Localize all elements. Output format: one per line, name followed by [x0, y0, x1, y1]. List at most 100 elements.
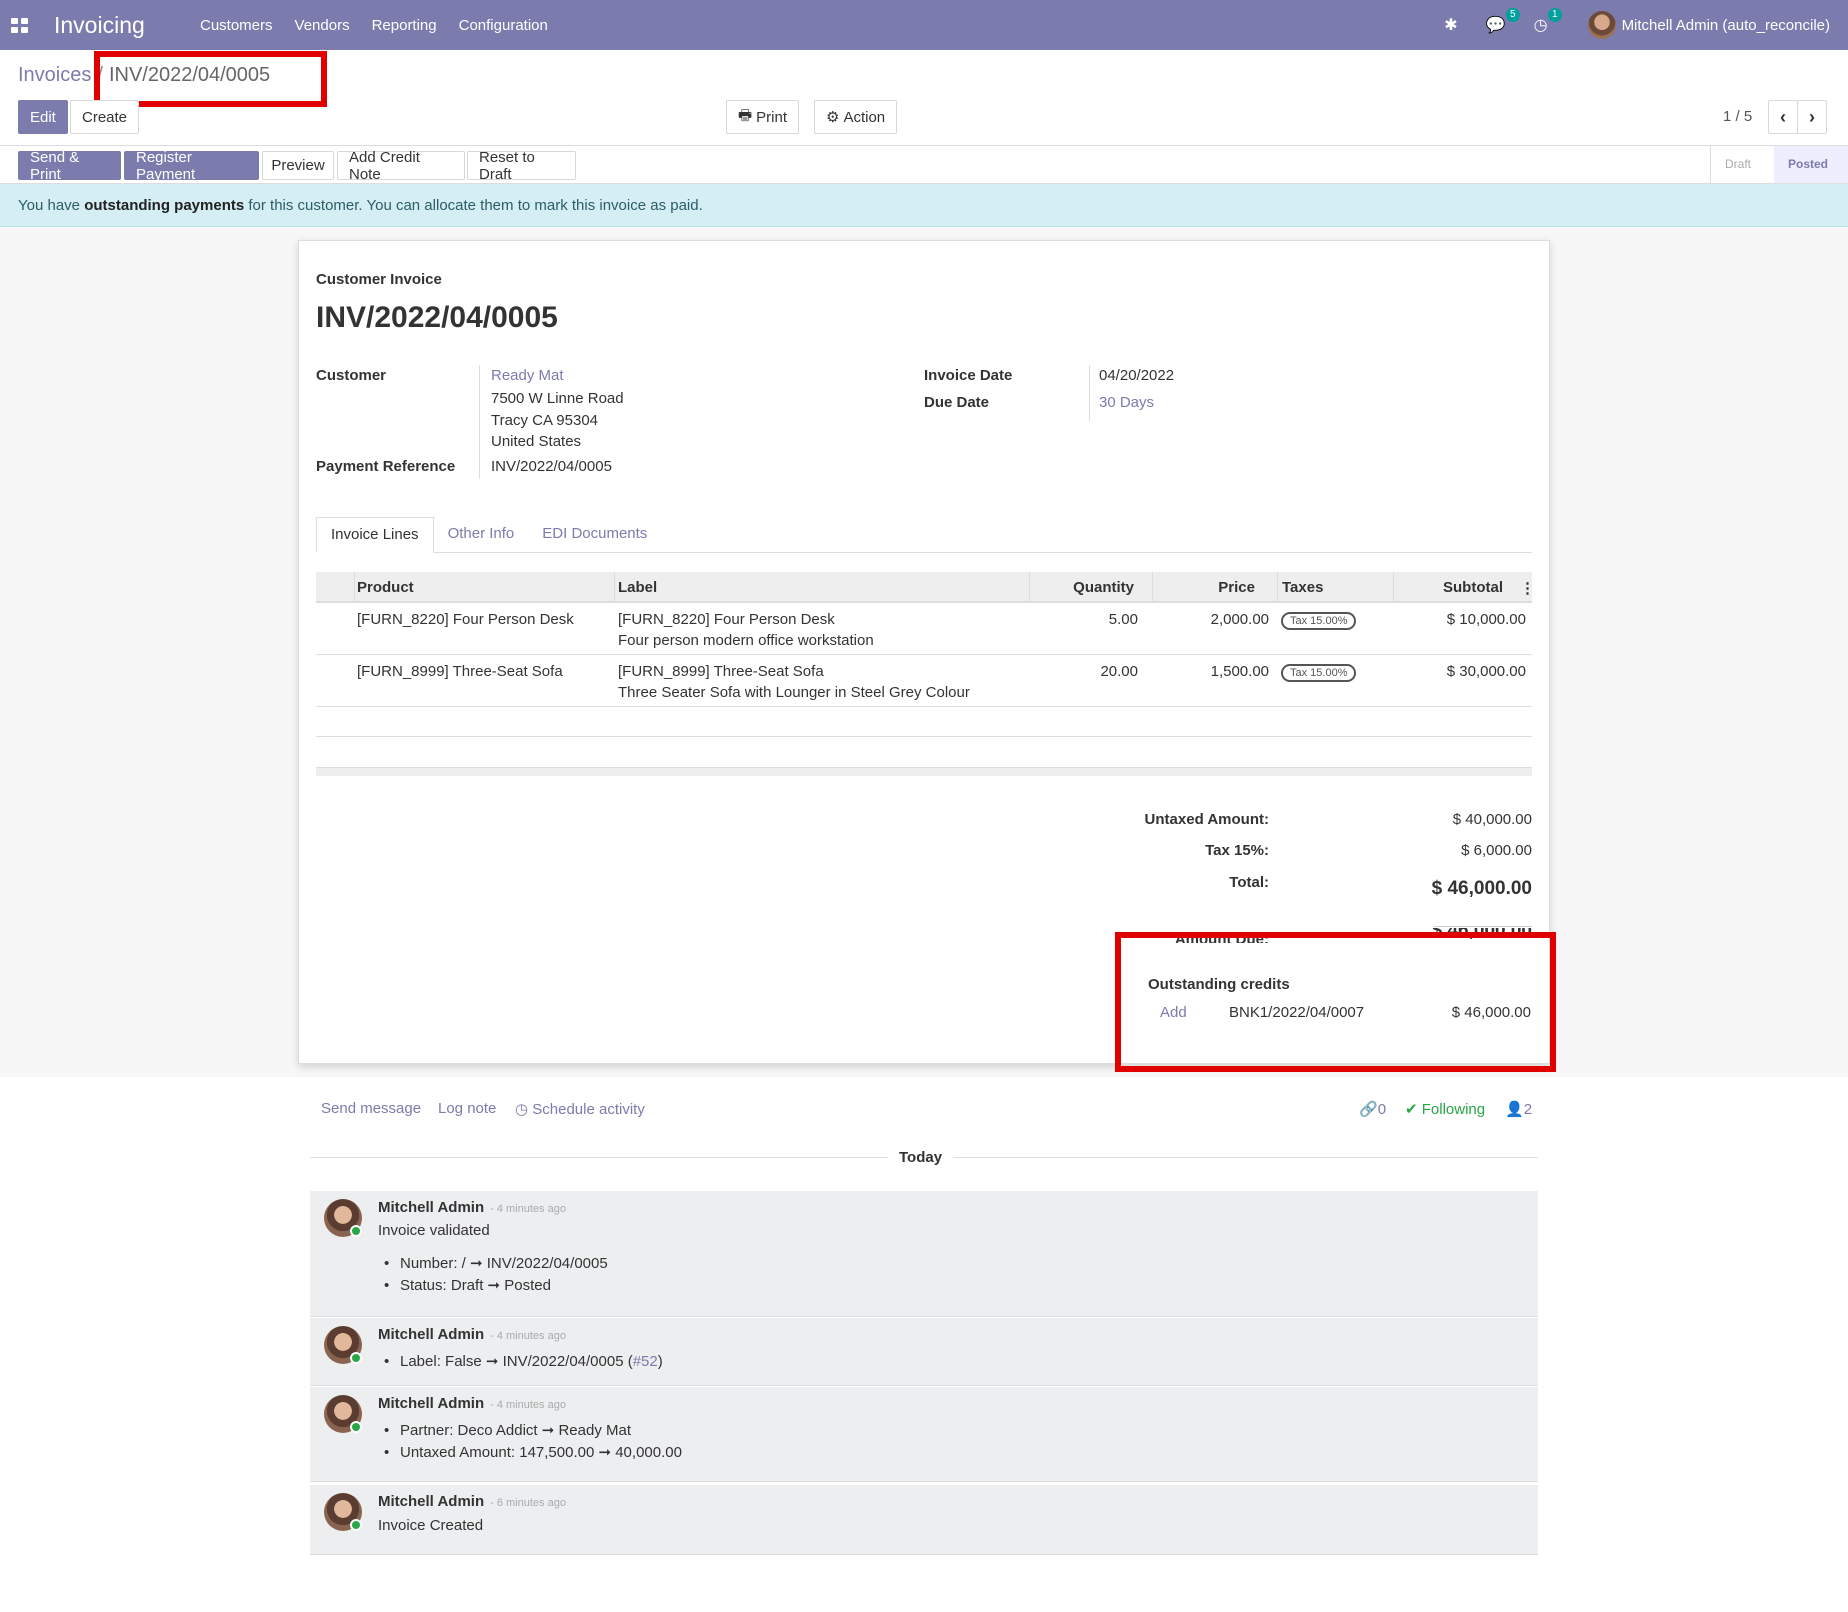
table-row[interactable]: [FURN_8999] Three-Seat Sofa [FURN_8999] …	[316, 655, 1532, 707]
online-status-icon	[350, 1352, 362, 1364]
message-author: Mitchell Admin - 6 minutes ago	[378, 1493, 566, 1510]
following-button[interactable]: ✔ Following	[1405, 1100, 1485, 1118]
header-label[interactable]: Label	[618, 579, 657, 596]
menu-customers[interactable]: Customers	[200, 17, 273, 34]
message-author-name[interactable]: Mitchell Admin	[378, 1395, 484, 1412]
message-author: Mitchell Admin - 4 minutes ago	[378, 1199, 566, 1216]
alert-bold: outstanding payments	[84, 197, 245, 214]
bug-icon[interactable]: ✱	[1444, 15, 1457, 35]
activity-clock-icon[interactable]: ◷ 1	[1534, 8, 1562, 35]
log-note-button[interactable]: Log note	[438, 1100, 496, 1117]
menu-configuration[interactable]: Configuration	[459, 17, 548, 34]
pager-next-button[interactable]: ›	[1797, 100, 1827, 134]
tax-label: Tax 15%:	[1205, 842, 1269, 859]
preview-button[interactable]: Preview	[262, 151, 334, 180]
chatter-message: Mitchell Admin - 4 minutes ago Label: Fal…	[310, 1318, 1538, 1386]
print-label: Print	[756, 108, 788, 126]
user-avatar[interactable]	[1587, 11, 1616, 39]
pager-value[interactable]: 1 / 5	[1723, 108, 1752, 125]
register-payment-button[interactable]: Register Payment	[124, 149, 259, 183]
stage-posted: Posted	[1774, 146, 1848, 183]
message-time: - 4 minutes ago	[490, 1330, 566, 1342]
tracking-text-end: )	[657, 1353, 663, 1370]
menu-vendors[interactable]: Vendors	[295, 17, 350, 34]
tab-other-info[interactable]: Other Info	[434, 517, 529, 553]
column-separator	[1277, 572, 1278, 603]
line-quantity: 20.00	[1100, 663, 1138, 680]
action-button[interactable]: ⚙ Action	[814, 100, 898, 134]
due-date-label: Due Date	[924, 394, 990, 411]
header-product[interactable]: Product	[357, 579, 414, 596]
print-button[interactable]: 🖶 Print	[726, 100, 800, 134]
user-menu[interactable]: Mitchell Admin (auto_reconcile)	[1622, 17, 1830, 34]
menu-reporting[interactable]: Reporting	[372, 17, 437, 34]
chevron-left-icon: ‹	[1780, 106, 1786, 127]
table-header: Product Label Quantity Price Taxes Subto…	[316, 572, 1535, 603]
total-value: $ 46,000.00	[1431, 878, 1532, 899]
invoice-number-title: INV/2022/04/0005	[316, 301, 558, 334]
attachments-button[interactable]: 🔗0	[1359, 1100, 1386, 1118]
message-author-name[interactable]: Mitchell Admin	[378, 1199, 484, 1216]
online-status-icon	[350, 1519, 362, 1531]
alert-prefix: You have	[18, 197, 85, 214]
apps-menu-icon[interactable]	[11, 16, 29, 34]
address-line: Tracy CA 95304	[491, 411, 598, 429]
column-separator	[1393, 572, 1394, 603]
optional-columns-icon[interactable]: ⋮	[1520, 579, 1535, 597]
send-print-button[interactable]: Send & Print	[18, 149, 121, 183]
app-name[interactable]: Invoicing	[54, 12, 178, 39]
customer-label: Customer	[316, 367, 387, 384]
message-body: Invoice Created	[378, 1517, 484, 1534]
tracking-value: Label: False ➞ INV/2022/04/0005 (#52)	[384, 1351, 663, 1372]
pager-previous-button[interactable]: ‹	[1768, 100, 1798, 134]
message-author: Mitchell Admin - 4 minutes ago	[378, 1395, 566, 1412]
line-label-description: Three Seater Sofa with Lounger in Steel …	[618, 684, 970, 701]
create-button[interactable]: Create	[70, 100, 140, 134]
highlight-box-outstanding	[1115, 932, 1556, 1072]
empty-row	[316, 707, 1532, 737]
chevron-right-icon: ›	[1809, 106, 1815, 127]
message-body: Invoice validated	[378, 1222, 490, 1239]
reset-to-draft-button[interactable]: Reset to Draft	[467, 149, 576, 183]
highlight-box-title	[94, 51, 327, 107]
breadcrumb-invoices[interactable]: Invoices	[18, 64, 91, 87]
header-price[interactable]: Price	[1156, 579, 1255, 596]
record-link[interactable]: #52	[633, 1353, 658, 1370]
line-subtotal: $ 30,000.00	[1446, 663, 1526, 680]
messages-count-badge: 5	[1506, 8, 1520, 22]
message-time: - 6 minutes ago	[490, 1497, 566, 1509]
message-author-name[interactable]: Mitchell Admin	[378, 1493, 484, 1510]
totals-divider	[1434, 926, 1532, 927]
clock-icon: ◷	[515, 1101, 533, 1118]
tracking-value: Status: Draft ➞ Posted	[384, 1275, 551, 1296]
followers-button[interactable]: 👤2	[1505, 1100, 1532, 1118]
table-footer	[316, 767, 1532, 776]
payment-reference-value[interactable]: INV/2022/04/0005	[491, 458, 612, 475]
messaging-icon[interactable]: 💬 5	[1486, 8, 1520, 35]
line-quantity: 5.00	[1108, 611, 1138, 628]
schedule-activity-button[interactable]: ◷ Schedule activity	[515, 1100, 645, 1118]
chatter-message: Mitchell Admin - 4 minutes ago Invoice va…	[310, 1191, 1538, 1317]
edit-button[interactable]: Edit	[18, 100, 68, 134]
header-taxes[interactable]: Taxes	[1282, 579, 1323, 596]
online-status-icon	[350, 1421, 362, 1433]
untaxed-amount-value: $ 40,000.00	[1452, 811, 1532, 828]
customer-name[interactable]: Ready Mat	[491, 367, 564, 384]
invoice-lines-table: Product Label Quantity Price Taxes Subto…	[316, 572, 1535, 776]
tab-invoice-lines[interactable]: Invoice Lines	[316, 517, 434, 553]
due-date-value[interactable]: 30 Days	[1099, 394, 1154, 411]
add-credit-note-button[interactable]: Add Credit Note	[337, 149, 465, 183]
line-label-title: [FURN_8220] Four Person Desk	[618, 611, 835, 628]
header-subtotal[interactable]: Subtotal	[1396, 579, 1503, 596]
line-label-description: Four person modern office workstation	[618, 632, 874, 649]
message-author-name[interactable]: Mitchell Admin	[378, 1326, 484, 1343]
column-separator	[1152, 572, 1153, 603]
table-row[interactable]: [FURN_8220] Four Person Desk [FURN_8220]…	[316, 603, 1532, 655]
tab-edi-documents[interactable]: EDI Documents	[528, 517, 661, 553]
gear-icon: ⚙	[826, 109, 840, 126]
header-quantity[interactable]: Quantity	[1032, 579, 1134, 596]
printer-icon: 🖶	[738, 106, 753, 124]
invoice-date-value[interactable]: 04/20/2022	[1099, 367, 1174, 384]
send-message-button[interactable]: Send message	[321, 1100, 421, 1117]
schedule-activity-label: Schedule activity	[532, 1101, 645, 1118]
